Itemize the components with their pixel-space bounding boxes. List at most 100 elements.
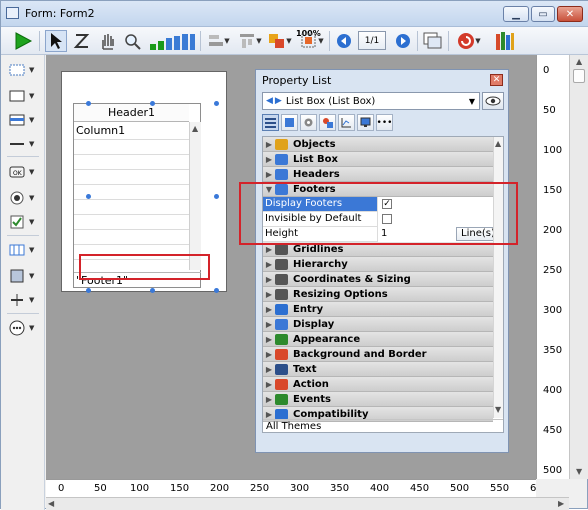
previous-page-button[interactable]	[334, 30, 354, 52]
property-list-close-button[interactable]: ✕	[490, 74, 503, 86]
canvas-horizontal-scrollbar[interactable]: ◀ ▶	[46, 497, 569, 510]
checkbox-tool-button[interactable]: ▼	[9, 213, 39, 231]
tab-appearance[interactable]	[319, 114, 336, 131]
resize-handle[interactable]	[214, 101, 219, 106]
close-button[interactable]: ✕	[557, 6, 583, 22]
text-tool-button[interactable]: ▼	[9, 61, 39, 79]
property-list-scrollbar[interactable]: ▲ ▼	[493, 137, 503, 418]
category-objects[interactable]: ▶ Objects	[263, 137, 493, 152]
theme-filter-status[interactable]: All Themes	[263, 419, 503, 432]
macro-button[interactable]: ▼	[453, 30, 485, 52]
expand-triangle-icon[interactable]: ▶	[263, 320, 275, 329]
listbox-tool-button[interactable]: ▼	[9, 241, 39, 259]
button-tool-button[interactable]: OK ▼	[9, 163, 39, 181]
checkbox-icon	[9, 215, 25, 229]
align-button[interactable]: ▼	[205, 30, 233, 52]
category-hierarchy[interactable]: ▶ Hierarchy	[263, 257, 493, 272]
hand-tool-button[interactable]	[96, 30, 118, 52]
tab-list-view[interactable]	[262, 114, 279, 131]
tab-more[interactable]: •••	[376, 114, 393, 131]
category-label: Display	[293, 318, 335, 330]
expand-triangle-icon[interactable]: ▶	[263, 410, 275, 419]
category-events[interactable]: ▶ Events	[263, 392, 493, 407]
category-entry[interactable]: ▶ Entry	[263, 302, 493, 317]
action-icon	[275, 378, 288, 390]
previous-object-icon[interactable]: ◀	[266, 96, 273, 106]
tab-coordinates[interactable]	[338, 114, 355, 131]
listbox-scrollbar[interactable]: ▲	[189, 122, 201, 270]
resize-handle[interactable]	[214, 288, 219, 293]
expand-triangle-icon[interactable]: ▶	[263, 365, 275, 374]
expand-triangle-icon[interactable]: ▶	[263, 395, 275, 404]
splitter-tool-button[interactable]: ▼	[9, 291, 39, 309]
resize-handle[interactable]	[86, 101, 91, 106]
expand-triangle-icon[interactable]: ▶	[263, 305, 275, 314]
category-label: Headers	[293, 168, 340, 180]
zoom-level-control[interactable]: 100%	[147, 29, 321, 52]
expand-triangle-icon[interactable]: ▶	[263, 140, 275, 149]
category-action[interactable]: ▶ Action	[263, 377, 493, 392]
tab-settings[interactable]	[300, 114, 317, 131]
scroll-up-icon[interactable]: ▲	[576, 57, 582, 66]
category-appearance[interactable]: ▶ Appearance	[263, 332, 493, 347]
expand-triangle-icon[interactable]: ▶	[263, 260, 275, 269]
canvas-vertical-scrollbar[interactable]: ▲ ▼	[569, 55, 588, 479]
view-options-button[interactable]	[482, 92, 504, 110]
resize-handle[interactable]	[86, 194, 91, 199]
resize-handle[interactable]	[150, 101, 155, 106]
next-page-button[interactable]	[393, 30, 413, 52]
library-button[interactable]	[493, 30, 517, 52]
scroll-up-icon[interactable]: ▲	[495, 139, 501, 148]
resize-handle[interactable]	[86, 288, 91, 293]
dropdown-caret-icon: ▼	[475, 37, 481, 45]
scroll-down-icon[interactable]: ▼	[495, 405, 501, 414]
ruler-tick-label: 350	[330, 483, 350, 494]
resize-handle[interactable]	[214, 194, 219, 199]
category-display[interactable]: ▶ Display	[263, 317, 493, 332]
line-tool-button[interactable]: ▼	[9, 135, 39, 153]
category-list-box[interactable]: ▶ List Box	[263, 152, 493, 167]
expand-triangle-icon[interactable]: ▶	[263, 245, 275, 254]
view-pages-button[interactable]	[421, 30, 445, 52]
list-tool-button[interactable]: ▼	[9, 111, 39, 129]
expand-triangle-icon[interactable]: ▶	[263, 155, 275, 164]
expand-triangle-icon[interactable]: ▶	[263, 290, 275, 299]
level-button[interactable]: ▼	[265, 30, 295, 52]
next-object-icon[interactable]: ▶	[275, 96, 282, 106]
expand-triangle-icon[interactable]: ▶	[263, 170, 275, 179]
expand-triangle-icon[interactable]: ▶	[263, 335, 275, 344]
plugin-tool-button[interactable]: ▼	[9, 319, 39, 337]
category-background-and-border[interactable]: ▶ Background and Border	[263, 347, 493, 362]
group-button[interactable]: ▼	[297, 30, 327, 52]
radio-tool-button[interactable]: ▼	[9, 189, 39, 207]
category-coordinates-sizing[interactable]: ▶ Coordinates & Sizing	[263, 272, 493, 287]
expand-triangle-icon[interactable]: ▶	[263, 380, 275, 389]
category-resizing-options[interactable]: ▶ Resizing Options	[263, 287, 493, 302]
scroll-left-icon[interactable]: ◀	[48, 499, 54, 508]
rectangle-tool-button[interactable]: ▼	[9, 267, 39, 285]
resize-handle[interactable]	[150, 288, 155, 293]
tab-objects[interactable]	[281, 114, 298, 131]
entry-order-button[interactable]	[71, 30, 93, 52]
object-selector[interactable]: ◀ ▶ List Box (List Box) ▼	[262, 92, 480, 110]
run-button[interactable]	[11, 30, 35, 52]
expand-triangle-icon[interactable]: ▶	[263, 350, 275, 359]
splitter-icon	[9, 293, 25, 307]
tab-display[interactable]	[357, 114, 374, 131]
scroll-thumb[interactable]	[573, 69, 585, 83]
minimize-button[interactable]: ▁	[503, 6, 529, 22]
ruler-tick-label: 300	[290, 483, 310, 494]
scroll-down-icon[interactable]: ▼	[576, 467, 582, 476]
input-tool-button[interactable]: ▼	[9, 87, 39, 105]
pointer-tool-button[interactable]	[45, 30, 67, 52]
listbox-header[interactable]: Header1	[74, 104, 189, 122]
maximize-button[interactable]: ▭	[531, 6, 555, 22]
zoom-tool-button[interactable]	[121, 30, 143, 52]
page-indicator[interactable]: 1/1	[358, 31, 386, 50]
category-headers[interactable]: ▶ Headers	[263, 167, 493, 182]
distribute-button[interactable]: ▼	[235, 30, 265, 52]
scroll-right-icon[interactable]: ▶	[558, 499, 564, 508]
expand-triangle-icon[interactable]: ▶	[263, 275, 275, 284]
category-text[interactable]: ▶ Text	[263, 362, 493, 377]
zoom-bars-icon	[150, 34, 195, 50]
